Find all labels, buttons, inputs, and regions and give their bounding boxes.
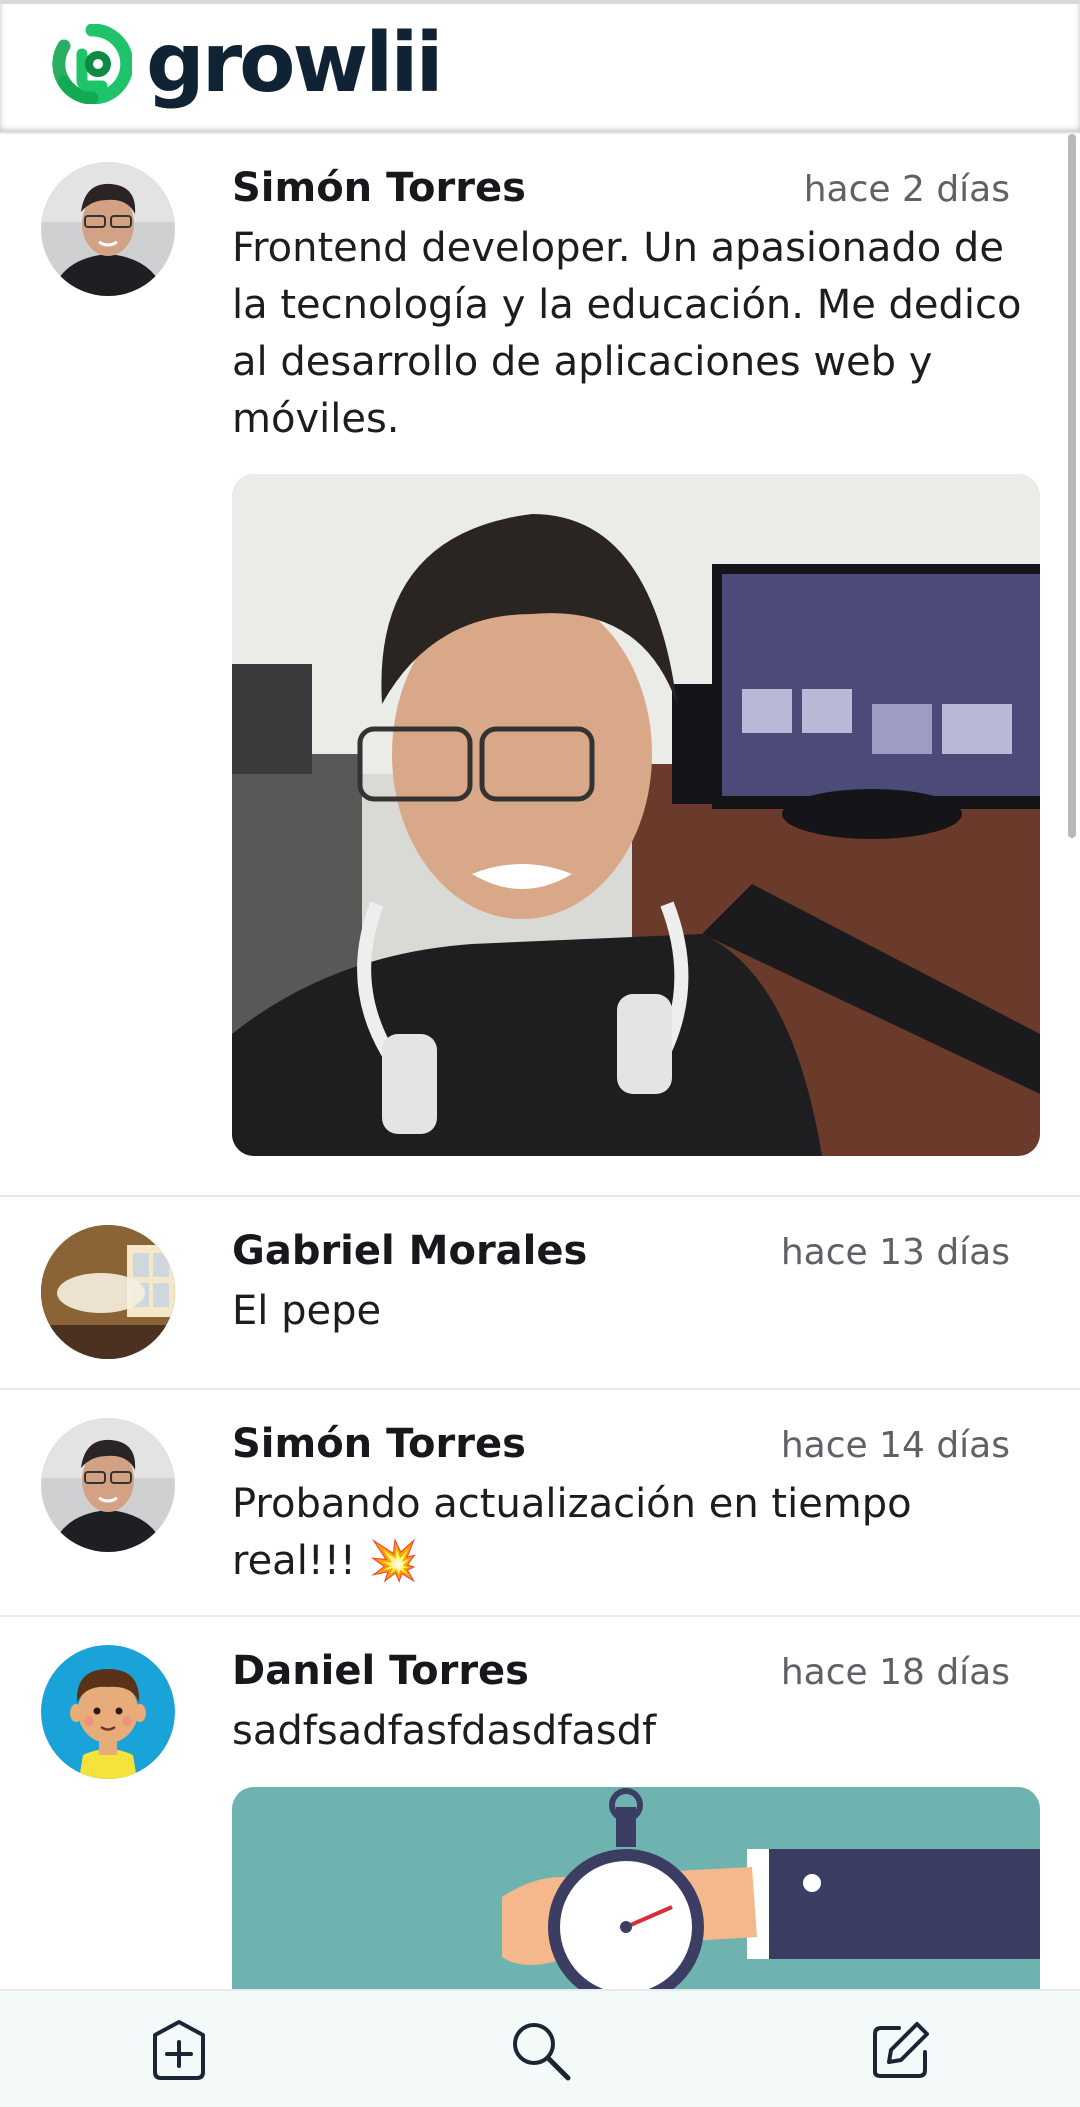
app-header: growlii [0, 0, 1080, 134]
avatar[interactable] [41, 1225, 175, 1359]
avatar[interactable] [41, 162, 175, 296]
bottom-navigation [0, 1989, 1080, 2107]
post-image[interactable] [232, 474, 1040, 1156]
post-item[interactable]: Gabriel Morales hace 13 días El pepe [0, 1197, 1080, 1390]
post-author[interactable]: Simón Torres [232, 1420, 526, 1468]
add-icon [153, 2020, 205, 2080]
search-button[interactable] [505, 2015, 575, 2085]
compose-icon [873, 2022, 929, 2078]
create-post-button[interactable] [144, 2015, 214, 2085]
post-item[interactable]: Simón Torres hace 2 días Frontend develo… [0, 134, 1080, 1197]
post-feed: Simón Torres hace 2 días Frontend develo… [0, 134, 1080, 1989]
post-item[interactable]: Simón Torres hace 14 días Probando actua… [0, 1390, 1080, 1617]
post-author[interactable]: Gabriel Morales [232, 1227, 587, 1275]
post-text: Probando actualización en tiempo real!!!… [232, 1481, 912, 1584]
logo[interactable]: growlii [52, 16, 444, 111]
avatar[interactable] [41, 1645, 175, 1779]
post-item[interactable]: Daniel Torres hace 18 días sadfsadfasfda… [0, 1617, 1080, 1989]
post-time: hace 13 días [780, 1232, 1010, 1273]
avatar[interactable] [41, 1418, 175, 1552]
post-time: hace 14 días [780, 1425, 1010, 1466]
scrollbar[interactable] [1068, 134, 1076, 838]
post-text: Frontend developer. Un apasionado de la … [232, 225, 1022, 442]
logo-text: growlii [146, 16, 444, 111]
post-author[interactable]: Simón Torres [232, 164, 526, 212]
growlii-logo-icon [52, 24, 132, 104]
search-icon [513, 2023, 571, 2081]
post-time: hace 18 días [780, 1652, 1010, 1693]
post-text: El pepe [232, 1288, 382, 1334]
post-author[interactable]: Daniel Torres [232, 1647, 529, 1695]
post-image[interactable] [232, 1787, 1040, 1989]
compose-button[interactable] [866, 2015, 936, 2085]
post-text: sadfsadfasfdasdfasdf [232, 1708, 657, 1754]
post-time: hace 2 días [803, 169, 1010, 210]
